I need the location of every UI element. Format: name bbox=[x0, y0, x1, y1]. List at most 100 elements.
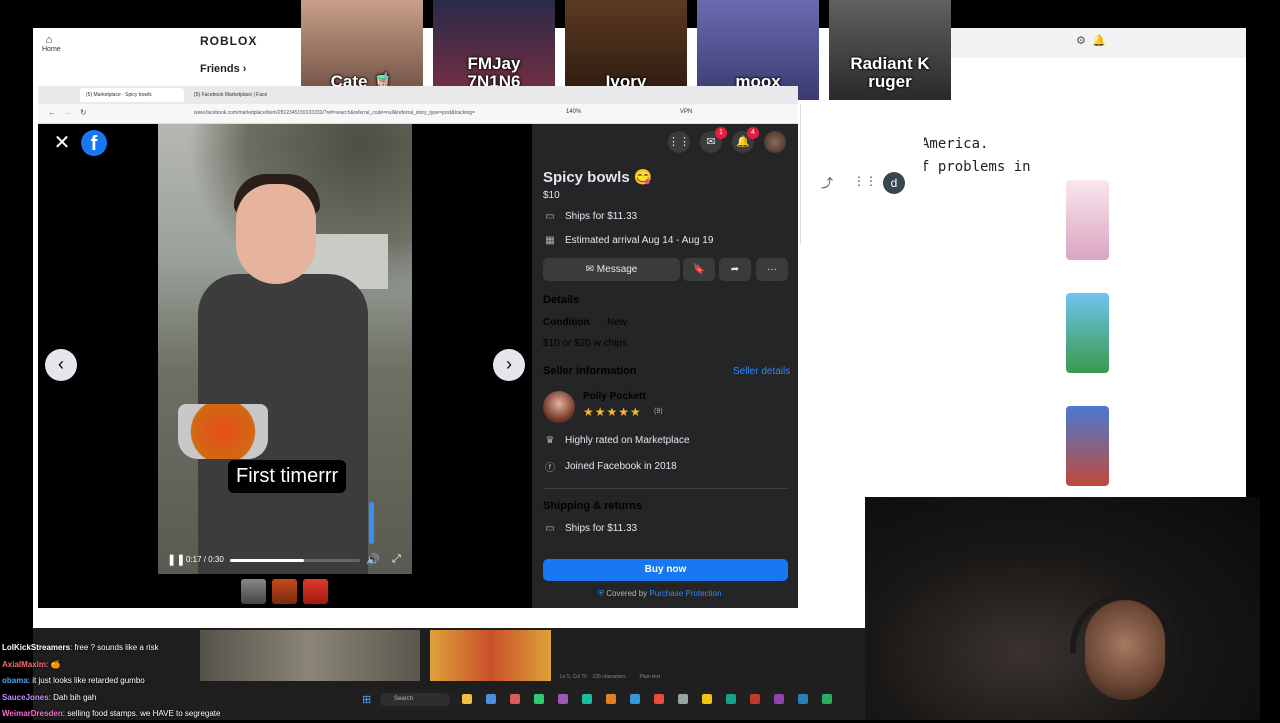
stream-chat: LolKickStreamers: free ? sounds like a r… bbox=[2, 640, 220, 723]
chat-username: AxialMaxim bbox=[2, 659, 47, 669]
taskbar-app-icon[interactable] bbox=[606, 694, 616, 704]
shipping-row: ▭ Ships for $11.33 bbox=[543, 211, 637, 222]
chat-text: : selling food stamps. we HAVE to segreg… bbox=[62, 709, 221, 718]
notifications-badge: 4 bbox=[747, 127, 759, 139]
badge-icon: ♛ bbox=[545, 435, 555, 446]
background-text-editor: America. f problems in bbox=[921, 133, 1031, 179]
truck-icon: ▭ bbox=[545, 523, 555, 534]
taskbar-app-icon[interactable] bbox=[798, 694, 808, 704]
account-avatar[interactable]: d bbox=[883, 172, 905, 194]
menu-grid-icon[interactable]: ⋮⋮ bbox=[668, 131, 690, 153]
seller-details-link[interactable]: Seller details bbox=[733, 366, 790, 377]
taskbar bbox=[200, 690, 865, 710]
share-icon[interactable]: ⤴ bbox=[821, 174, 833, 191]
purchase-protection-link[interactable]: Purchase Protection bbox=[649, 589, 721, 598]
fullscreen-icon[interactable]: ⤢ bbox=[392, 553, 401, 566]
taskbar-app-icon[interactable] bbox=[702, 694, 712, 704]
pause-icon[interactable]: ❚❚ bbox=[167, 553, 185, 566]
taskbar-app-icon[interactable] bbox=[630, 694, 640, 704]
shipping-returns-heading: Shipping & returns bbox=[543, 500, 642, 512]
save-button[interactable]: 🔖 bbox=[683, 258, 715, 281]
taskbar-app-icon[interactable] bbox=[558, 694, 568, 704]
taskbar-app-icon[interactable] bbox=[822, 694, 832, 704]
taskbar-app-icon[interactable] bbox=[486, 694, 496, 704]
taskbar-app-icon[interactable] bbox=[726, 694, 736, 704]
message-button[interactable]: ✉ Message bbox=[543, 258, 680, 281]
taskbar-app-icon[interactable] bbox=[510, 694, 520, 704]
browser-tab[interactable]: (5) Facebook Marketplace | Face bbox=[188, 88, 292, 102]
home-icon: ⌂ bbox=[45, 34, 53, 46]
seller-avatar[interactable] bbox=[543, 391, 575, 423]
tab-label: (5) Facebook Marketplace | Face bbox=[194, 92, 268, 98]
home-label: Home bbox=[42, 46, 61, 53]
game-thumbnail[interactable] bbox=[1066, 180, 1109, 260]
notification-icon[interactable]: 🔔 bbox=[1092, 35, 1106, 47]
game-thumbnail[interactable] bbox=[1066, 293, 1109, 373]
zoom-level[interactable]: 140% bbox=[566, 109, 581, 115]
taskbar-app-icon[interactable] bbox=[774, 694, 784, 704]
chat-username: SauceJones bbox=[2, 692, 49, 702]
chat-text: : Dah bih gah bbox=[48, 692, 97, 702]
media-thumbnail[interactable] bbox=[241, 579, 266, 604]
taskbar-app-icon[interactable] bbox=[654, 694, 664, 704]
chat-username: LolKickStreamers bbox=[2, 643, 71, 652]
shield-icon: ⛨ bbox=[598, 589, 604, 598]
editor-line: America. bbox=[921, 136, 989, 152]
shipping-returns-row: ▭ Ships for $11.33 bbox=[543, 523, 637, 534]
taskbar-app-icon[interactable] bbox=[750, 694, 760, 704]
apps-grid-icon[interactable]: ⋮⋮ bbox=[853, 174, 877, 188]
friend-tile[interactable]: FMJay 7N1N6 bbox=[433, 0, 555, 100]
search-placeholder: Search bbox=[394, 696, 414, 702]
volume-slider[interactable] bbox=[369, 502, 374, 544]
listing-description: $10 or $20 w chips bbox=[543, 338, 627, 349]
browser-tab[interactable]: (5) Marketplace - Spicy bowls bbox=[80, 88, 184, 102]
friend-name: Radiant K ruger bbox=[850, 53, 930, 92]
close-icon[interactable]: ✕ bbox=[50, 131, 74, 155]
seller-name[interactable]: Polly Pockett bbox=[583, 391, 646, 402]
video-bowl bbox=[178, 404, 268, 459]
rating-count: (9) bbox=[654, 408, 663, 415]
chat-username: WeimarDresden bbox=[2, 709, 63, 718]
game-preview[interactable] bbox=[430, 630, 551, 681]
next-arrow-icon[interactable]: › bbox=[493, 349, 525, 381]
forward-icon[interactable]: → bbox=[64, 108, 72, 117]
friend-tile[interactable]: Cate 🧋 bbox=[301, 0, 423, 100]
url-field[interactable]: www.facebook.com/marketplace/item/281234… bbox=[194, 110, 554, 116]
purchase-protection-note: ⛨ Covered by Purchase Protection bbox=[598, 589, 721, 599]
chat-message: SauceJones: Dah bih gah bbox=[2, 690, 202, 707]
bookmark-icon: 🔖 bbox=[692, 264, 706, 275]
settings-icon[interactable]: ⚙ bbox=[1076, 35, 1086, 47]
volume-icon[interactable]: 🔊 bbox=[366, 553, 380, 566]
facebook-logo[interactable]: f bbox=[81, 130, 107, 156]
media-thumbnail[interactable] bbox=[272, 579, 297, 604]
share-button[interactable]: ➦ bbox=[719, 258, 751, 281]
background-app-panel: ⤴ ⋮⋮ bbox=[800, 104, 924, 244]
highly-rated-text: Highly rated on Marketplace bbox=[565, 435, 690, 446]
friend-tile[interactable]: moox bbox=[697, 0, 819, 100]
previous-arrow-icon[interactable]: ‹ bbox=[45, 349, 77, 381]
seller-heading: Seller information bbox=[543, 365, 637, 377]
chat-message: AxialMaxim: 🍊 bbox=[2, 657, 202, 674]
taskbar-app-icon[interactable] bbox=[582, 694, 592, 704]
game-preview[interactable] bbox=[200, 630, 420, 681]
reload-icon[interactable]: ↻ bbox=[80, 108, 87, 117]
buy-now-button[interactable]: Buy now bbox=[543, 559, 788, 581]
friend-tile[interactable]: Radiant K ruger bbox=[829, 0, 951, 100]
taskbar-app-icon[interactable] bbox=[462, 694, 472, 704]
windows-start-icon[interactable]: ⊞ bbox=[362, 693, 371, 706]
roblox-logo[interactable]: ROBLOX bbox=[200, 34, 257, 48]
game-thumbnail[interactable] bbox=[1066, 406, 1109, 486]
taskbar-app-icon[interactable] bbox=[534, 694, 544, 704]
chat-username: obama bbox=[2, 676, 28, 685]
friend-tile[interactable]: Ivory bbox=[565, 0, 687, 100]
profile-avatar[interactable] bbox=[764, 131, 786, 153]
more-button[interactable]: ··· bbox=[756, 258, 788, 281]
home-nav-item[interactable]: ⌂ Home bbox=[42, 34, 61, 53]
friends-link[interactable]: Friends › bbox=[200, 63, 246, 75]
taskbar-app-icon[interactable] bbox=[678, 694, 688, 704]
divider bbox=[543, 488, 788, 489]
vpn-badge[interactable]: VPN bbox=[680, 109, 692, 115]
taskbar-search[interactable]: Search bbox=[380, 693, 450, 706]
media-thumbnail[interactable] bbox=[303, 579, 328, 604]
back-icon[interactable]: ← bbox=[48, 108, 56, 117]
